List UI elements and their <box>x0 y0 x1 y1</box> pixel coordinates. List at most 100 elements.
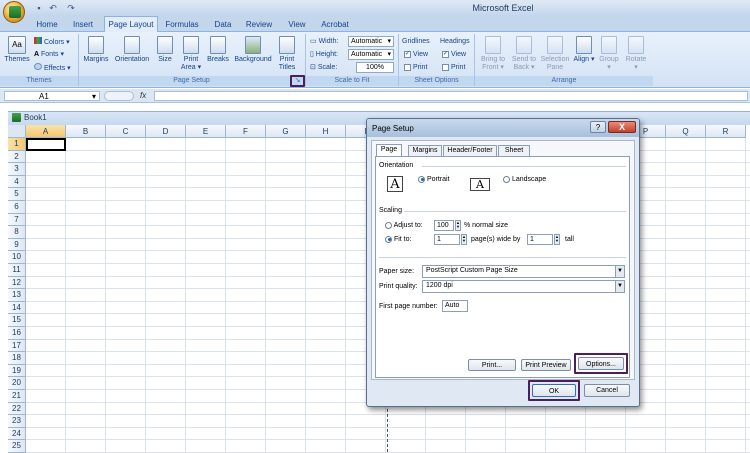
help-icon[interactable]: ? <box>590 121 606 133</box>
headings-view-checkbox[interactable]: ✓ View <box>442 50 466 59</box>
orientation-button[interactable]: Orientation <box>112 36 152 64</box>
print-titles-button[interactable]: Print Titles <box>276 36 298 72</box>
row-header[interactable]: 14 <box>8 301 26 315</box>
paper-size-select[interactable]: PostScript Custom Page Size ▼ <box>422 265 625 278</box>
scale-input[interactable]: 100% <box>356 62 394 73</box>
row-header[interactable]: 3 <box>8 163 26 176</box>
tab-insert[interactable]: Insert <box>68 18 98 32</box>
row-header[interactable]: 1 <box>8 138 26 151</box>
tab-view[interactable]: View <box>284 18 310 32</box>
print-area-button[interactable]: Print Area ▾ <box>178 36 204 72</box>
column-header[interactable]: D <box>146 125 186 138</box>
row-header[interactable]: 11 <box>8 264 26 277</box>
row-header[interactable]: 7 <box>8 213 26 227</box>
headings-print-checkbox[interactable]: Print <box>442 63 465 72</box>
width-combo[interactable]: Automatic ▾ <box>348 36 394 47</box>
bring-to-front-button[interactable]: Bring to Front ▾ <box>478 36 508 72</box>
row-header[interactable]: 24 <box>8 427 26 441</box>
tab-formulas[interactable]: Formulas <box>164 18 200 32</box>
column-header[interactable]: G <box>266 125 306 138</box>
spinner-arrows-icon[interactable]: ▲ ▼ <box>461 234 467 245</box>
column-header[interactable]: E <box>186 125 226 138</box>
colors-button[interactable]: Colors ▾ <box>34 37 70 47</box>
tab-home[interactable]: Home <box>32 18 62 32</box>
selection-pane-button[interactable]: Selection Pane <box>539 36 571 72</box>
close-icon[interactable]: X <box>608 121 636 133</box>
gridlines-view-checkbox[interactable]: ✓ View <box>404 50 428 59</box>
insert-function-icon[interactable]: fx <box>140 91 146 100</box>
row-header[interactable]: 22 <box>8 402 26 416</box>
align-button[interactable]: Align ▾ <box>573 36 595 64</box>
formula-input[interactable] <box>154 91 748 101</box>
column-header[interactable]: F <box>226 125 266 138</box>
column-header[interactable]: A <box>26 125 66 138</box>
tab-acrobat[interactable]: Acrobat <box>318 18 352 32</box>
fit-wide-input[interactable]: 1 <box>434 234 460 245</box>
print-quality-select[interactable]: 1200 dpi ▼ <box>422 280 625 293</box>
first-page-input[interactable]: Auto <box>442 300 468 312</box>
row-header[interactable]: 13 <box>8 289 26 302</box>
row-header[interactable]: 2 <box>8 150 26 164</box>
row-header[interactable]: 16 <box>8 327 26 340</box>
tab-margins[interactable]: Margins <box>408 145 442 156</box>
margins-button[interactable]: Margins <box>82 36 110 64</box>
fonts-button[interactable]: A Fonts ▾ <box>34 50 64 59</box>
rotate-button[interactable]: Rotate ▾ <box>623 36 649 72</box>
fit-to-radio[interactable]: Fit to: <box>385 235 411 244</box>
breaks-button[interactable]: Breaks <box>206 36 230 64</box>
office-button-icon[interactable] <box>3 1 25 23</box>
ok-button[interactable]: OK <box>532 384 576 397</box>
portrait-radio[interactable]: Portrait <box>418 175 450 184</box>
column-header[interactable]: Q <box>666 125 706 138</box>
gridlines-print-checkbox[interactable]: Print <box>404 63 427 72</box>
row-header[interactable]: 8 <box>8 226 26 239</box>
print-button[interactable]: Print... <box>468 359 516 371</box>
fit-tall-input[interactable]: 1 <box>527 234 553 245</box>
row-header[interactable]: 18 <box>8 352 26 365</box>
name-box[interactable]: A1 ▾ <box>4 91 100 101</box>
tab-sheet[interactable]: Sheet <box>498 145 530 156</box>
radio-selected-icon <box>418 175 425 183</box>
landscape-radio[interactable]: Landscape <box>503 175 546 184</box>
row-header[interactable]: 4 <box>8 175 26 189</box>
row-header[interactable]: 5 <box>8 188 26 201</box>
themes-button[interactable]: Aa Themes <box>4 36 30 64</box>
options-button[interactable]: Options... <box>578 357 624 370</box>
row-header[interactable]: 17 <box>8 339 26 353</box>
active-cell-a1[interactable] <box>26 138 66 151</box>
background-button[interactable]: Background <box>232 36 274 64</box>
column-header[interactable]: R <box>706 125 746 138</box>
row-header[interactable]: 12 <box>8 276 26 290</box>
group-button[interactable]: Group ▾ <box>597 36 621 72</box>
select-all-button[interactable] <box>8 125 26 138</box>
column-header[interactable]: C <box>106 125 146 138</box>
spinner-arrows-icon[interactable]: ▲ ▼ <box>455 220 461 231</box>
grid-line <box>26 414 750 416</box>
row-header[interactable]: 10 <box>8 251 26 264</box>
adjust-to-radio[interactable]: Adjust to: <box>385 221 423 230</box>
row-header[interactable]: 20 <box>8 377 26 390</box>
row-header[interactable]: 15 <box>8 314 26 327</box>
size-button[interactable]: Size <box>155 36 175 64</box>
tab-review[interactable]: Review <box>244 18 274 32</box>
row-header[interactable]: 21 <box>8 390 26 403</box>
row-header[interactable]: 23 <box>8 415 26 428</box>
row-header[interactable]: 6 <box>8 201 26 214</box>
grid-line <box>65 138 66 452</box>
row-header[interactable]: 9 <box>8 238 26 252</box>
row-header[interactable]: 19 <box>8 364 26 378</box>
cancel-button[interactable]: Cancel <box>584 384 630 397</box>
column-header[interactable]: H <box>306 125 346 138</box>
tab-page[interactable]: Page <box>376 144 402 156</box>
effects-button[interactable]: Effects ▾ <box>34 63 71 73</box>
send-to-back-button[interactable]: Send to Back ▾ <box>510 36 538 72</box>
tab-header-footer[interactable]: Header/Footer <box>443 145 497 156</box>
tab-data[interactable]: Data <box>210 18 236 32</box>
page-setup-dialog-launcher-icon[interactable]: ↘ <box>290 75 305 87</box>
height-combo[interactable]: Automatic ▾ <box>348 49 394 60</box>
row-header[interactable]: 25 <box>8 440 26 453</box>
column-header[interactable]: B <box>66 125 106 138</box>
adjust-percent-input[interactable]: 100 <box>434 220 454 231</box>
print-preview-button[interactable]: Print Preview <box>521 359 571 371</box>
spinner-arrows-icon[interactable]: ▲ ▼ <box>554 234 560 245</box>
